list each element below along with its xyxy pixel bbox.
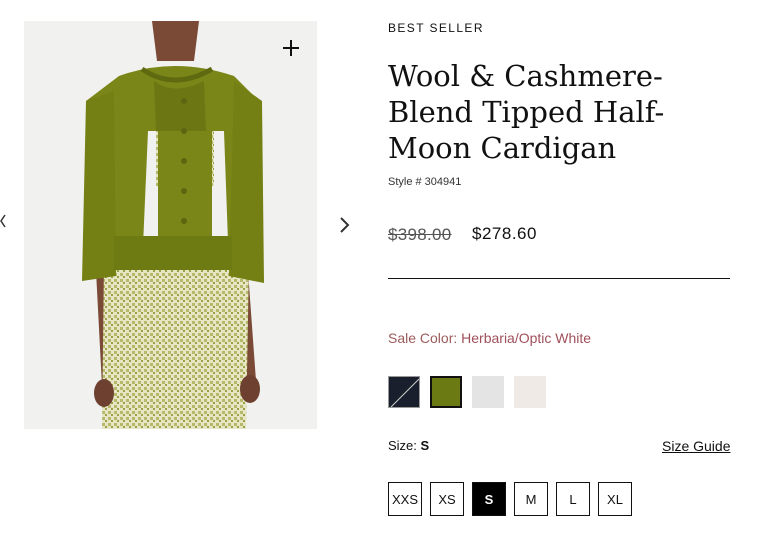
size-option-l[interactable]: L xyxy=(556,482,590,516)
cardigan-photo xyxy=(24,21,317,429)
best-seller-badge: BEST SELLER xyxy=(388,21,484,35)
plus-icon[interactable] xyxy=(279,36,303,60)
size-selection: Size: S xyxy=(388,438,429,453)
size-label: Size: xyxy=(388,438,417,453)
product-image[interactable] xyxy=(24,21,317,429)
product-title: Wool & Cashmere-Blend Tipped Half-Moon C… xyxy=(388,59,665,165)
selected-color-name: Herbaria/Optic White xyxy=(461,330,592,346)
slash-icon xyxy=(390,378,419,407)
original-price: $398.00 xyxy=(388,225,452,244)
swatch-off-white[interactable] xyxy=(514,376,546,408)
swatch-light-grey[interactable] xyxy=(472,376,504,408)
chevron-left-icon[interactable] xyxy=(0,214,6,228)
size-option-s[interactable]: S xyxy=(472,482,506,516)
swatch-herbaria[interactable] xyxy=(430,376,462,408)
color-label: Sale Color: xyxy=(388,330,458,346)
style-number: Style # 304941 xyxy=(388,176,462,188)
color-selection: Sale Color: Herbaria/Optic White xyxy=(388,330,591,346)
size-option-xl[interactable]: XL xyxy=(598,482,632,516)
selected-size: S xyxy=(420,438,430,453)
sale-price: $278.60 xyxy=(472,224,537,243)
swatch-navy[interactable] xyxy=(388,376,420,408)
size-option-xxs[interactable]: XXS xyxy=(388,482,422,516)
size-guide-link[interactable]: Size Guide xyxy=(662,438,730,454)
chevron-right-icon[interactable] xyxy=(336,215,354,235)
size-option-m[interactable]: M xyxy=(514,482,548,516)
divider xyxy=(388,278,730,279)
size-option-xs[interactable]: XS xyxy=(430,482,464,516)
